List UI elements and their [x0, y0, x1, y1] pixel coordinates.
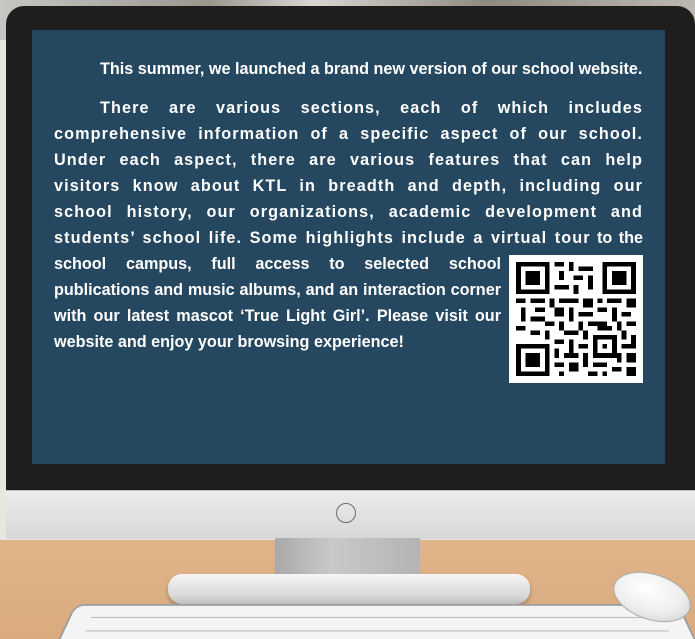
keyboard-icon: [45, 604, 695, 639]
qr-code: [509, 255, 643, 383]
qr-code-icon: [516, 262, 636, 376]
monitor-stand-base: [168, 574, 530, 604]
details-text-part1: There are various sections, each of whic…: [54, 99, 643, 247]
screen-content: This summer, we launched a brand new ver…: [32, 30, 665, 464]
illustration: This summer, we launched a brand new ver…: [0, 0, 695, 639]
intro-paragraph: This summer, we launched a brand new ver…: [100, 60, 643, 78]
power-button-icon: [336, 503, 356, 523]
monitor-stand-neck: [275, 538, 420, 578]
details-paragraph: There are various sections, each of whic…: [54, 95, 643, 383]
